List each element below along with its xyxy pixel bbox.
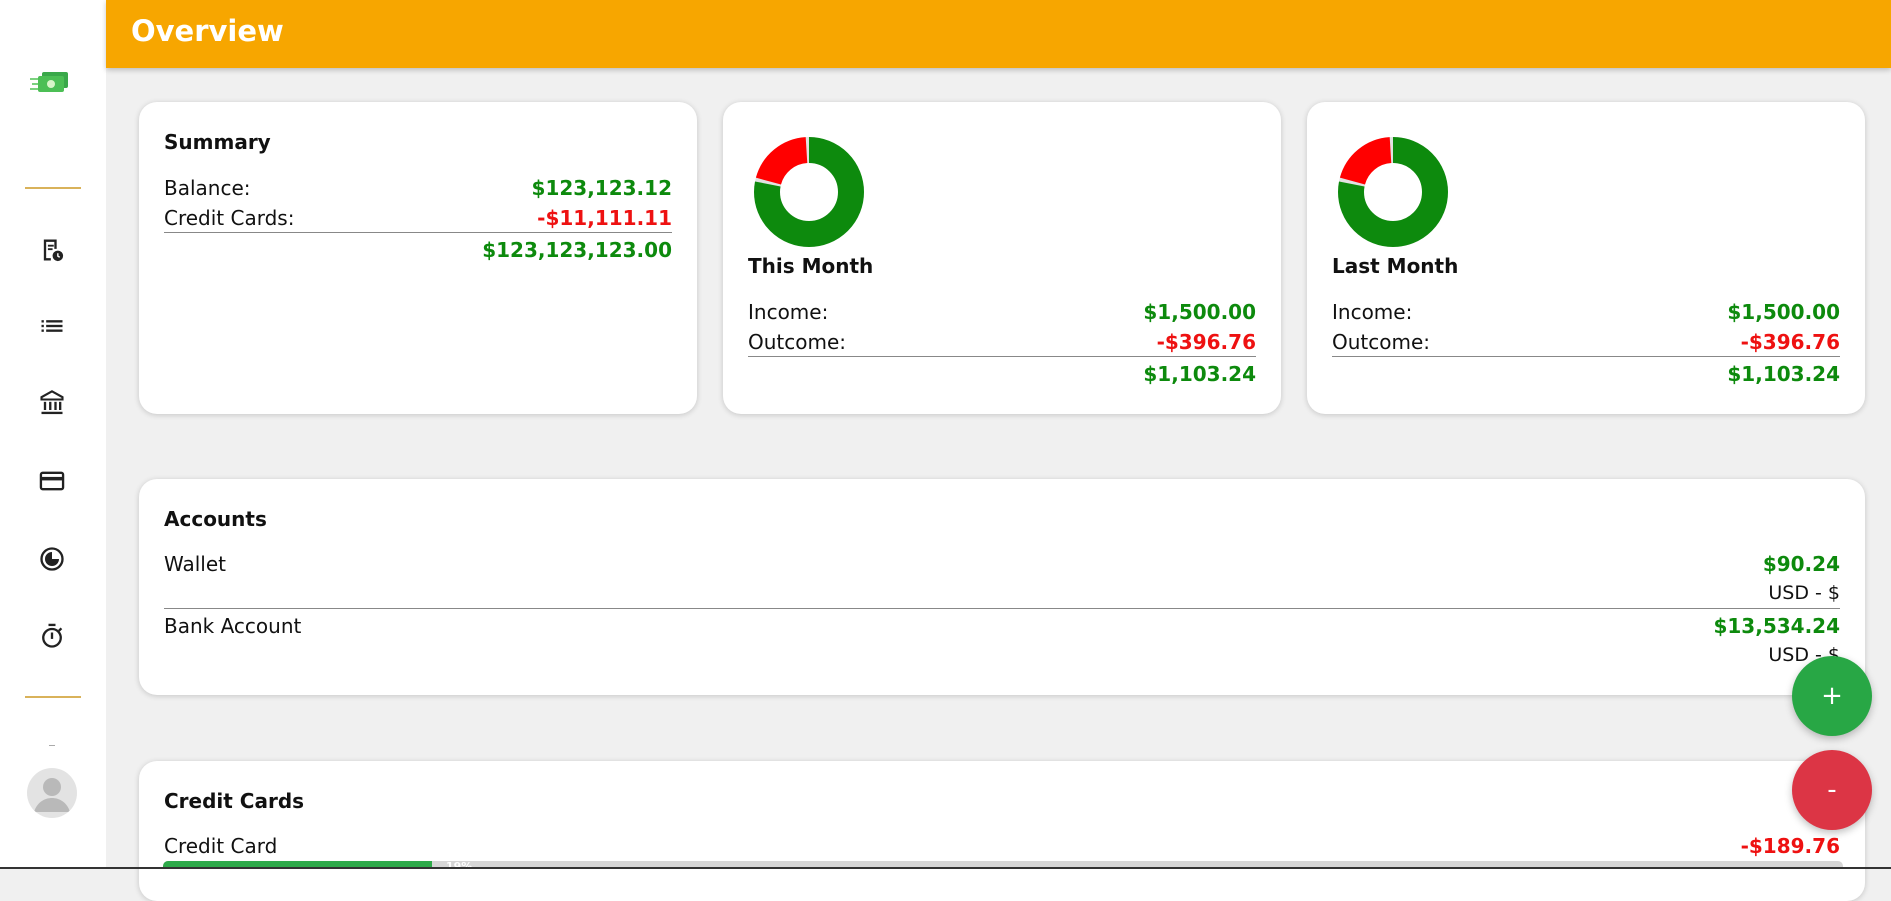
outcome-label: Outcome: — [1332, 330, 1431, 354]
summary-balance-row: Balance: $123,123.12 — [164, 176, 672, 202]
money-logo-icon[interactable] — [30, 66, 74, 98]
outcome-label: Outcome: — [748, 330, 847, 354]
this-month-net-row: $1,103.24 — [748, 362, 1256, 388]
income-label: Income: — [1332, 300, 1413, 324]
balance-label: Balance: — [164, 176, 251, 200]
outcome-value: -$396.76 — [1156, 330, 1256, 354]
this-month-outcome-row: Outcome: -$396.76 — [748, 330, 1256, 356]
sidebar-divider-bottom — [25, 696, 81, 698]
receipt-clock-icon[interactable] — [38, 236, 66, 264]
account-row-bank[interactable]: Bank Account $13,534.24 USD - $ — [164, 614, 1840, 670]
account-balance: $13,534.24 — [1713, 614, 1840, 638]
add-button[interactable]: + — [1792, 656, 1872, 736]
credit-card-name: Credit Card — [164, 834, 278, 858]
last-month-title: Last Month — [1332, 254, 1459, 278]
this-month-income-row: Income: $1,500.00 — [748, 300, 1256, 326]
plus-icon: + — [1821, 681, 1843, 711]
this-month-title: This Month — [748, 254, 874, 278]
account-balance: $90.24 — [1762, 552, 1840, 576]
stopwatch-icon[interactable] — [38, 622, 66, 650]
sidebar-dash — [49, 745, 55, 746]
header-bar: Overview — [106, 0, 1891, 68]
user-avatar-icon[interactable] — [27, 768, 77, 818]
summary-card: Summary Balance: $123,123.12 Credit Card… — [139, 102, 697, 414]
account-row-wallet[interactable]: Wallet $90.24 USD - $ — [164, 552, 1840, 608]
account-name: Wallet — [164, 552, 227, 576]
last-month-outcome-row: Outcome: -$396.76 — [1332, 330, 1840, 356]
credit-card-icon[interactable] — [38, 467, 66, 495]
income-value: $1,500.00 — [1143, 300, 1256, 324]
last-month-card: Last Month Income: $1,500.00 Outcome: -$… — [1307, 102, 1865, 414]
summary-title: Summary — [164, 130, 271, 154]
page-title: Overview — [131, 14, 284, 48]
sidebar-divider-top — [25, 187, 81, 189]
income-label: Income: — [748, 300, 829, 324]
summary-total-row: $123,123,123.00 — [164, 238, 672, 264]
net-value: $1,103.24 — [1727, 362, 1840, 386]
this-month-donut-chart — [754, 137, 864, 247]
bank-icon[interactable] — [38, 389, 66, 417]
account-name: Bank Account — [164, 614, 302, 638]
remove-button[interactable]: - — [1792, 750, 1872, 830]
sidebar — [0, 0, 106, 869]
credit-cards-label: Credit Cards: — [164, 206, 295, 230]
accounts-card: Accounts Wallet $90.24 USD - $ Bank Acco… — [139, 479, 1865, 695]
credit-card-balance: -$189.76 — [1740, 834, 1840, 858]
credit-cards-title: Credit Cards — [164, 789, 305, 813]
summary-total-value: $123,123,123.00 — [482, 238, 672, 262]
last-month-divider — [1332, 356, 1840, 357]
this-month-divider — [748, 356, 1256, 357]
credit-cards-value: -$11,111.11 — [537, 206, 672, 230]
accounts-title: Accounts — [164, 507, 267, 531]
income-value: $1,500.00 — [1727, 300, 1840, 324]
summary-credit-row: Credit Cards: -$11,111.11 — [164, 206, 672, 232]
this-month-card: This Month Income: $1,500.00 Outcome: -$… — [723, 102, 1281, 414]
credit-card-row[interactable]: Credit Card -$189.76 — [164, 834, 1840, 860]
pie-chart-icon[interactable] — [38, 545, 66, 573]
last-month-net-row: $1,103.24 — [1332, 362, 1840, 388]
outcome-value: -$396.76 — [1740, 330, 1840, 354]
last-month-income-row: Income: $1,500.00 — [1332, 300, 1840, 326]
account-currency: USD - $ — [1768, 582, 1840, 604]
net-value: $1,103.24 — [1143, 362, 1256, 386]
last-month-donut-chart — [1338, 137, 1448, 247]
accounts-divider — [164, 608, 1840, 609]
balance-value: $123,123.12 — [531, 176, 672, 200]
summary-divider — [164, 232, 672, 233]
list-icon[interactable] — [38, 312, 66, 340]
minus-icon: - — [1827, 775, 1837, 805]
credit-cards-card: Credit Cards Credit Card -$189.76 — [139, 761, 1865, 901]
